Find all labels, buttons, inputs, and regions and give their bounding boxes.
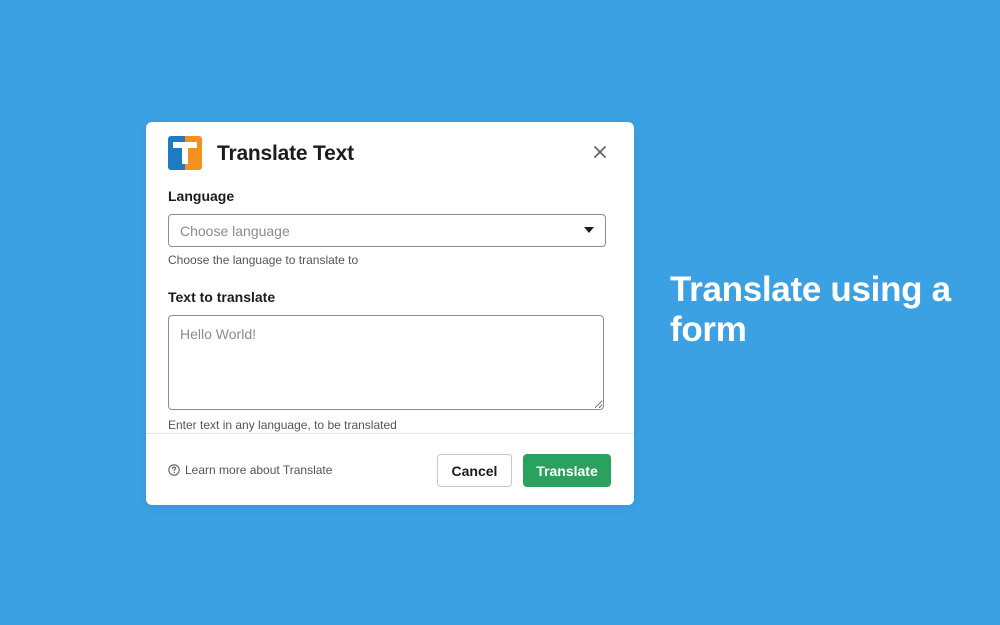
- learn-more-link[interactable]: Learn more about Translate: [168, 463, 332, 477]
- translate-button[interactable]: Translate: [523, 454, 611, 487]
- language-select-placeholder: Choose language: [180, 223, 290, 239]
- language-label: Language: [168, 188, 235, 204]
- help-circle-icon: [168, 464, 180, 476]
- close-icon: [594, 146, 606, 158]
- close-button[interactable]: [590, 142, 610, 162]
- learn-more-text: Learn more about Translate: [185, 463, 333, 477]
- text-to-translate-label: Text to translate: [168, 289, 276, 305]
- language-hint: Choose the language to translate to: [168, 253, 359, 267]
- text-to-translate-input[interactable]: [168, 315, 604, 410]
- cancel-button[interactable]: Cancel: [437, 454, 512, 487]
- promo-headline: Translate using a form: [670, 270, 951, 349]
- caret-down-icon: [584, 227, 594, 233]
- dialog-footer: Learn more about Translate Cancel Transl…: [146, 434, 634, 505]
- text-hint: Enter text in any language, to be transl…: [168, 418, 397, 432]
- translate-app-icon: [168, 136, 202, 170]
- dialog-header: Translate Text: [168, 136, 612, 172]
- language-select[interactable]: Choose language: [168, 214, 606, 247]
- translate-dialog: Translate Text Language Choose language …: [146, 122, 634, 505]
- dialog-title: Translate Text: [217, 142, 354, 165]
